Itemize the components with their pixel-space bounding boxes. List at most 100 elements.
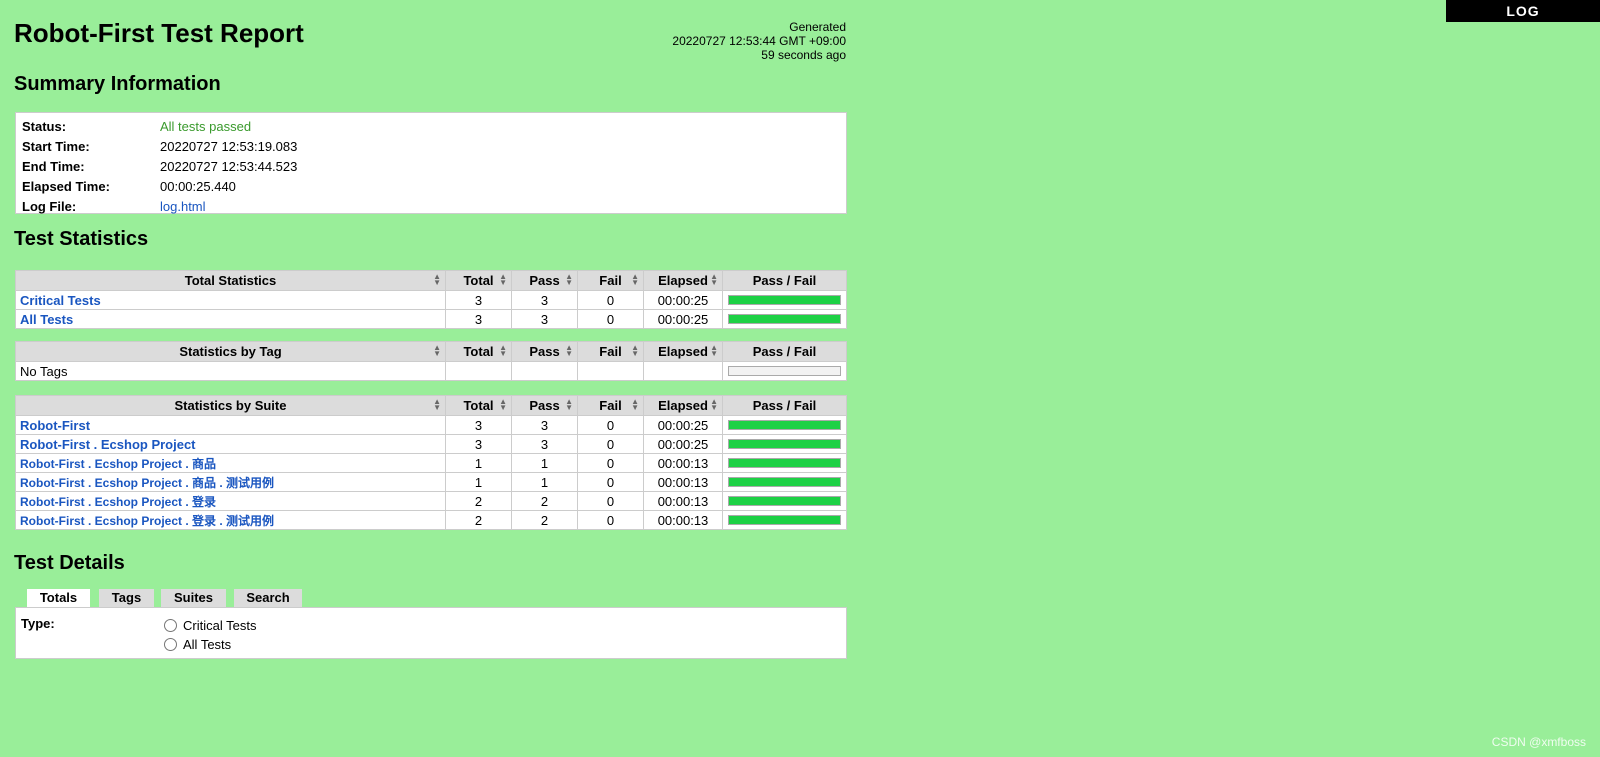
sort-icon: ▲ ▼ [499,272,507,287]
generated-time: 20220727 12:53:44 GMT +09:00 [672,34,846,48]
header-label: Statistics by Tag [179,344,282,359]
summary-row-logfile: Log File: log.html [16,196,303,216]
summary-row-end: End Time: 20220727 12:53:44.523 [16,156,303,176]
header-passfail: Pass / Fail [722,341,847,362]
sort-icon: ▲ ▼ [433,397,441,412]
stat-fail-cell: 0 [577,453,644,473]
stat-name-link[interactable]: Robot-First . Ecshop Project . 登录 [20,495,216,509]
tag-statistics-table: Statistics by Tag ▲ ▼ Total ▲ ▼ Pass ▲ ▼ Fail ▲… [15,341,847,381]
header-label: Fail [599,398,622,413]
table-header-row: Statistics by Suite ▲ ▼ Total ▲ ▼ Pass ▲ ▼ Fai… [15,395,847,416]
sort-header-elapsed[interactable]: Elapsed ▲ ▼ [643,395,723,416]
all-tests-radio[interactable] [164,638,177,651]
stat-fail-cell: 0 [577,491,644,511]
sort-header-pass[interactable]: Pass ▲ ▼ [511,395,578,416]
stat-total-cell: 3 [445,434,512,454]
header-label: Pass [529,344,560,359]
summary-row-start: Start Time: 20220727 12:53:19.083 [16,136,303,156]
table-row: Critical Tests 3 3 0 00:00:25 [15,290,847,310]
sort-header-name[interactable]: Total Statistics ▲ ▼ [15,270,446,291]
option-critical-tests[interactable]: Critical Tests [164,618,256,633]
sort-icon: ▲ ▼ [565,272,573,287]
table-row: Robot-First . Ecshop Project . 商品 . 测试用例… [15,472,847,492]
stat-name-link[interactable]: Robot-First [20,418,90,433]
stat-elapsed-cell: 00:00:25 [643,434,723,454]
tab-tags[interactable]: Tags [99,589,154,607]
critical-tests-radio[interactable] [164,619,177,632]
table-row: Robot-First . Ecshop Project . 登录 . 测试用例… [15,510,847,530]
sort-icon: ▲ ▼ [433,343,441,358]
sort-header-name[interactable]: Statistics by Suite ▲ ▼ [15,395,446,416]
sort-header-total[interactable]: Total ▲ ▼ [445,270,512,291]
sort-header-pass[interactable]: Pass ▲ ▼ [511,341,578,362]
statistics-heading: Test Statistics [14,228,149,250]
option-label: Critical Tests [183,618,257,633]
log-button[interactable]: LOG [1446,0,1600,22]
stat-name-link[interactable]: All Tests [20,312,73,327]
pass-fail-bar [728,295,841,305]
table-row: Robot-First . Ecshop Project . 登录 2 2 0 00:0… [15,491,847,511]
tab-search[interactable]: Search [234,589,302,607]
option-all-tests[interactable]: All Tests [164,637,231,652]
suite-statistics-table: Statistics by Suite ▲ ▼ Total ▲ ▼ Pass ▲ ▼ Fai… [15,395,847,530]
sort-header-elapsed[interactable]: Elapsed ▲ ▼ [643,341,723,362]
stat-total-cell [445,361,512,381]
header-label: Statistics by Suite [174,398,287,413]
generated-info: Generated 20220727 12:53:44 GMT +09:00 5… [672,20,846,62]
summary-label: Log File: [22,198,77,214]
stat-elapsed-cell: 00:00:25 [643,415,723,435]
stat-name-cell: Critical Tests [15,290,446,310]
summary-table: Status: All tests passed Start Time: 202… [15,112,847,214]
sort-header-fail[interactable]: Fail ▲ ▼ [577,341,644,362]
stat-elapsed-cell: 00:00:13 [643,472,723,492]
table-row: Robot-First 3 3 0 00:00:25 [15,415,847,435]
stat-total-cell: 1 [445,453,512,473]
stat-name-cell: All Tests [15,309,446,329]
stat-name-link[interactable]: Robot-First . Ecshop Project . 登录 . 测试用例 [20,514,274,528]
stat-fail-cell: 0 [577,309,644,329]
log-file-link[interactable]: log.html [160,199,206,214]
sort-header-pass[interactable]: Pass ▲ ▼ [511,270,578,291]
stat-name-link[interactable]: Robot-First . Ecshop Project . 商品 [20,457,216,471]
sort-icon: ▲ ▼ [565,343,573,358]
pass-fail-cell [722,434,847,454]
sort-header-total[interactable]: Total ▲ ▼ [445,341,512,362]
details-panel: Type: Critical Tests All Tests [15,607,847,659]
stat-name-cell: Robot-First . Ecshop Project . 商品 [15,453,446,473]
stat-elapsed-cell: 00:00:13 [643,510,723,530]
tab-suites[interactable]: Suites [161,589,226,607]
stat-elapsed-cell [643,361,723,381]
pass-fail-bar [728,439,841,449]
pass-fail-bar [728,458,841,468]
sort-header-name[interactable]: Statistics by Tag ▲ ▼ [15,341,446,362]
details-heading: Test Details [14,552,125,574]
sort-icon: ▲ ▼ [499,397,507,412]
stat-fail-cell [577,361,644,381]
sort-icon: ▲ ▼ [631,397,639,412]
header-label: Total [463,344,494,359]
tab-totals[interactable]: Totals [27,589,90,608]
stat-name-link[interactable]: Robot-First . Ecshop Project . 商品 . 测试用例 [20,476,274,490]
stat-name-link[interactable]: Robot-First . Ecshop Project [20,437,196,452]
stat-name-cell: Robot-First . Ecshop Project . 登录 [15,491,446,511]
sort-header-elapsed[interactable]: Elapsed ▲ ▼ [643,270,723,291]
report-header: Robot-First Test Report Generated 202207… [14,14,846,64]
table-row: All Tests 3 3 0 00:00:25 [15,309,847,329]
table-row: No Tags [15,361,847,381]
header-label: Total [463,398,494,413]
stat-total-cell: 3 [445,415,512,435]
stat-fail-cell: 0 [577,510,644,530]
pass-fail-bar [728,515,841,525]
sort-header-total[interactable]: Total ▲ ▼ [445,395,512,416]
elapsed-time-value: 00:00:25.440 [160,178,236,194]
stat-elapsed-cell: 00:00:25 [643,309,723,329]
stat-name-link[interactable]: Critical Tests [20,293,101,308]
end-time-value: 20220727 12:53:44.523 [160,158,298,174]
pass-fail-bar [728,314,841,324]
sort-header-fail[interactable]: Fail ▲ ▼ [577,270,644,291]
pass-fail-cell [722,453,847,473]
sort-header-fail[interactable]: Fail ▲ ▼ [577,395,644,416]
sort-icon: ▲ ▼ [565,397,573,412]
sort-icon: ▲ ▼ [710,397,718,412]
summary-heading: Summary Information [14,73,221,95]
